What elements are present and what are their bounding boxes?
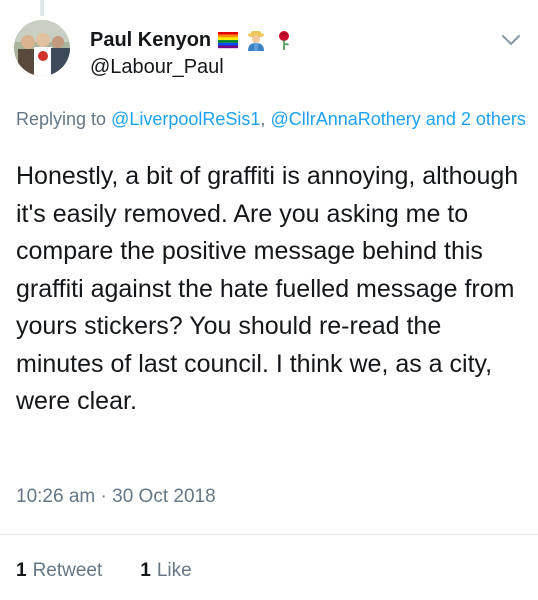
chevron-down-icon[interactable] [500,32,522,48]
like-count: 1 [140,560,151,581]
rainbow-flag-icon [217,29,239,51]
display-name-row: Paul Kenyon [90,26,295,54]
thread-line [40,0,44,16]
meta-separator: · [100,486,107,507]
tweet-card: Paul Kenyon @Labour_Paul Replying to @Li… [0,0,538,600]
man-farmer-icon [245,29,267,51]
like-count-link[interactable]: 1 Like [140,560,191,582]
reply-others-link[interactable]: and 2 others [426,109,526,129]
tweet-time: 10:26 am [16,486,96,507]
timestamp[interactable]: 10:26 am · 30 Oct 2018 [16,486,216,508]
reply-prefix: Replying to [16,109,107,129]
reply-mention-cllrannarothery[interactable]: @CllrAnnaRothery [270,109,420,129]
like-label: Like [156,560,192,581]
tweet-text: Honestly, a bit of graffiti is annoying,… [16,162,519,415]
tweet-date: 30 Oct 2018 [112,486,216,507]
author-handle[interactable]: @Labour_Paul [90,56,295,79]
reply-mention-liverpoolresis1[interactable]: @LiverpoolReSis1 [111,109,260,129]
retweet-count: 1 [16,560,27,581]
red-rose-icon [273,29,295,51]
thread-connector [0,0,538,20]
reply-context: Replying to @LiverpoolReSis1, @CllrAnnaR… [16,106,526,132]
reply-separator: , [260,109,266,129]
avatar[interactable] [14,20,70,76]
divider [0,534,538,535]
retweet-count-link[interactable]: 1 Retweet [16,560,102,582]
engagement-stats: 1 Retweet 1 Like [16,560,192,582]
retweet-label: Retweet [32,560,103,581]
author-block: Paul Kenyon @Labour_Paul [90,26,295,79]
display-name[interactable]: Paul Kenyon [90,29,211,52]
